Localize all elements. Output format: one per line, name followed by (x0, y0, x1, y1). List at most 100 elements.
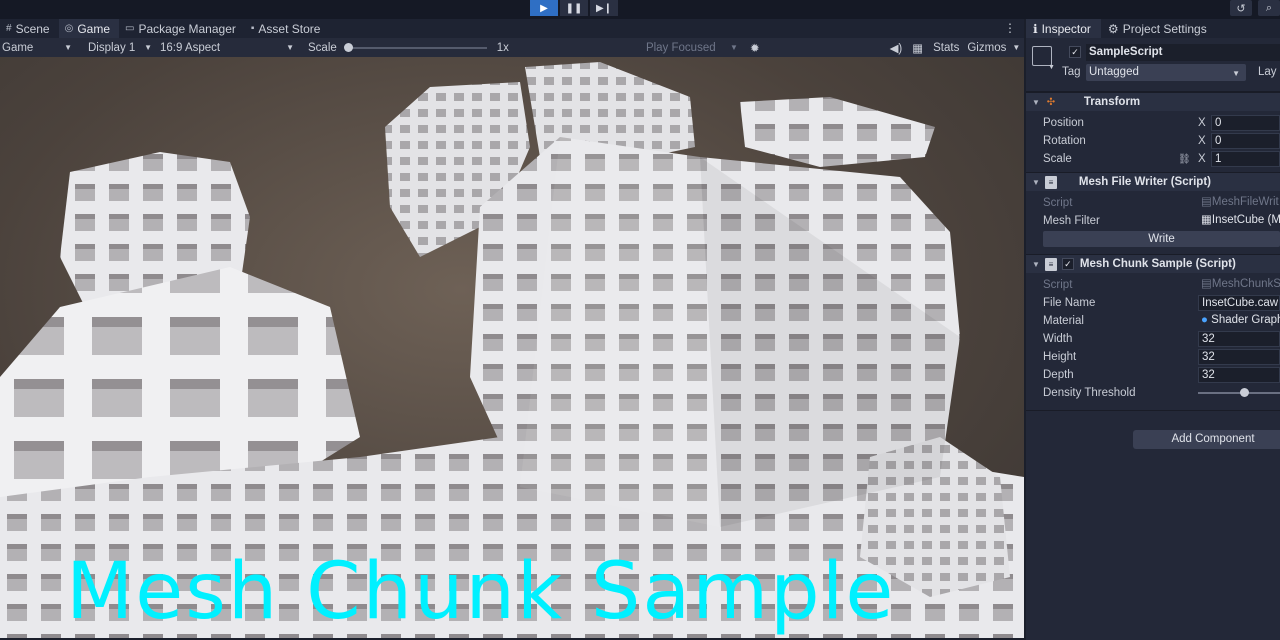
info-icon: ℹ (1033, 21, 1038, 36)
position-row: Position X 0 (1026, 114, 1280, 132)
rotation-row: Rotation X 0 (1026, 132, 1280, 150)
scale-x-field[interactable]: 1 (1211, 151, 1280, 167)
inspector-tabs: ℹ Inspector ⚙ Project Settings (1026, 19, 1280, 38)
height-field[interactable]: 32 (1198, 349, 1280, 365)
material-field[interactable]: ● Shader Graph (1198, 313, 1280, 329)
scale-row: Scale ⛓ X 1 (1026, 150, 1280, 168)
scale-label: Scale (308, 41, 337, 54)
pause-button[interactable]: ❚❚ (560, 0, 588, 16)
chevron-down-icon: ▼ (1048, 64, 1055, 71)
component-title: Mesh File Writer (Script) (1078, 176, 1211, 188)
file-name-field[interactable]: InsetCube.caw (1198, 295, 1280, 311)
file-name-row: File Name InsetCube.caw (1043, 295, 1280, 311)
transform-body: Position X 0 Rotation X 0 Scale ⛓ X 1 (1026, 111, 1280, 172)
mesh-filter-icon: ▦ (1201, 214, 1212, 226)
write-row: Write (1026, 230, 1280, 248)
play-controls: ▶ ❚❚ ▶❙ (530, 0, 618, 16)
aspect-dropdown[interactable]: 16:9 Aspect ▼ (158, 38, 300, 57)
bug-icon[interactable]: ✹ (748, 38, 762, 57)
play-button[interactable]: ▶ (530, 0, 558, 16)
active-checkbox[interactable]: ✓ (1069, 46, 1081, 58)
density-slider-handle[interactable] (1239, 388, 1249, 397)
tab-project-settings[interactable]: ⚙ Project Settings (1101, 19, 1217, 38)
write-button[interactable]: Write (1043, 231, 1280, 247)
tab-game[interactable]: ◎ Game (58, 19, 120, 38)
link-icon[interactable]: ⛓ (1178, 154, 1191, 165)
step-button[interactable]: ▶❙ (590, 0, 618, 16)
script-field: ▤MeshChunkS (1201, 278, 1280, 290)
mesh-chunk-sample-header[interactable]: ▼ ≡ ✓ Mesh Chunk Sample (Script) (1026, 254, 1280, 273)
position-x-field[interactable]: 0 (1211, 115, 1280, 131)
mode-dropdown[interactable]: Game ▼ (0, 38, 78, 57)
mesh-filter-field[interactable]: ▦InsetCube (M (1198, 213, 1280, 229)
fold-icon[interactable]: ▼ (1032, 98, 1040, 107)
component-title: Transform (1083, 96, 1141, 108)
tag-label: Tag (1062, 66, 1081, 78)
top-right-tools: ↺ ⌕ (1230, 0, 1280, 16)
chevron-down-icon: ▼ (286, 43, 294, 52)
tab-asset-store[interactable]: ▪ Asset Store (245, 19, 330, 38)
chevron-down-icon: ▼ (730, 43, 738, 52)
component-title: Mesh Chunk Sample (Script) (1079, 258, 1236, 270)
depth-row: Depth 32 (1026, 366, 1280, 384)
keyboard-icon[interactable]: ▦ (910, 38, 925, 57)
search-icon: ⌕ (1265, 1, 1273, 14)
overlay-title: Mesh Chunk Sample (66, 547, 896, 637)
add-component-button[interactable]: Add Component (1133, 430, 1280, 449)
depth-field[interactable]: 32 (1198, 367, 1280, 383)
chevron-down-icon: ▼ (1232, 69, 1240, 78)
history-button[interactable]: ↺ (1230, 0, 1252, 16)
script-field: ▤MeshFileWrit (1201, 196, 1279, 208)
script-file-icon: ▤ (1201, 196, 1212, 208)
divider (1026, 410, 1280, 411)
material-row: Material ● Shader Graph (1043, 313, 1280, 329)
transform-header[interactable]: ▼ ✣ Transform (1026, 92, 1280, 111)
script-icon: ≡ (1044, 175, 1057, 189)
step-icon: ▶❙ (595, 2, 613, 14)
search-button[interactable]: ⌕ (1258, 0, 1280, 16)
object-name-field[interactable]: SampleScript (1086, 44, 1280, 61)
chevron-down-icon: ▼ (1012, 43, 1021, 52)
mesh-file-writer-header[interactable]: ▼ ≡ Mesh File Writer (Script) (1026, 172, 1280, 191)
history-icon: ↺ (1236, 2, 1246, 15)
more-icon[interactable]: ⋮ (1004, 21, 1016, 35)
height-row: Height 32 (1026, 348, 1280, 366)
scale-slider[interactable] (343, 42, 487, 52)
script-icon: ≡ (1044, 257, 1057, 271)
fold-icon[interactable]: ▼ (1032, 178, 1040, 187)
tag-dropdown[interactable]: Untagged ▼ (1086, 64, 1246, 81)
gamepad-icon: ◎ (64, 23, 74, 34)
rotation-x-field[interactable]: 0 (1211, 133, 1280, 149)
component-enabled-checkbox[interactable]: ✓ (1061, 258, 1074, 270)
gear-icon: ⚙ (1107, 21, 1119, 36)
fold-icon[interactable]: ▼ (1032, 260, 1040, 269)
scale-slider-handle[interactable] (343, 42, 353, 52)
tab-scene[interactable]: # Scene (0, 19, 59, 38)
mesh-filter-row: Mesh Filter ▦InsetCube (M (1043, 213, 1280, 229)
game-viewport[interactable]: Mesh Chunk Sample (0, 57, 1024, 638)
mesh-chunk-sample-body: Script ▤MeshChunkS File Name InsetCube.c… (1026, 273, 1280, 415)
pause-icon: ❚❚ (565, 2, 583, 14)
game-toolbar: Game ▼ Display 1 ▼ 16:9 Aspect ▼ Scale 1x P… (0, 38, 1024, 57)
scale-value: 1x (496, 41, 509, 54)
play-focused-dropdown[interactable]: Play Focused ▼ (644, 38, 740, 57)
transform-icon: ✣ (1046, 96, 1056, 108)
script-row: Script ▤MeshFileWrit (1043, 196, 1279, 209)
script-row: Script ▤MeshChunkS (1043, 278, 1280, 291)
tab-inspector[interactable]: ℹ Inspector (1026, 19, 1101, 38)
tab-package-manager[interactable]: ▭ Package Manager (119, 19, 245, 38)
bag-icon: ▪ (250, 23, 255, 34)
display-dropdown[interactable]: Display 1 ▼ (86, 38, 158, 57)
width-row: Width 32 (1026, 330, 1280, 348)
gizmos-button[interactable]: Gizmos ▼ (965, 38, 1022, 57)
hash-icon: # (6, 23, 12, 34)
cube-icon[interactable] (1032, 46, 1052, 66)
object-header: ▼ ✓ SampleScript Tag Untagged ▼ Lay (1026, 38, 1280, 92)
toolbar-top: ▶ ❚❚ ▶❙ ↺ ⌕ (0, 0, 1280, 19)
width-field[interactable]: 32 (1198, 331, 1280, 347)
audio-icon[interactable]: ◀) (888, 38, 905, 57)
mesh-file-writer-body: Script ▤MeshFileWrit Mesh Filter ▦InsetC… (1026, 191, 1280, 252)
editor-tabs: # Scene ◎ Game ▭ Package Manager ▪ Asset Sto… (0, 19, 1024, 38)
density-threshold-row: Density Threshold (1026, 384, 1280, 402)
stats-button[interactable]: Stats (931, 38, 961, 57)
